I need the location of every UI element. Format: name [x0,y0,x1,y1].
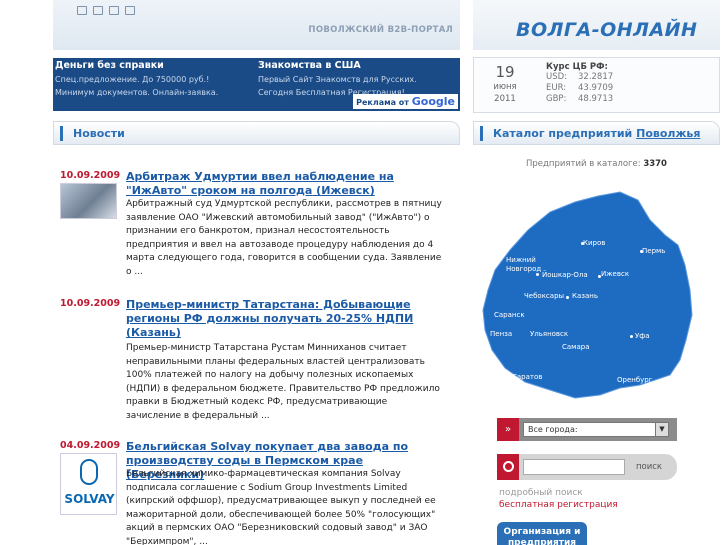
ads-by-google[interactable]: Реклама от Google [353,94,458,109]
headline-text[interactable]: Бельгийская Solvay покупает два завода п… [126,440,408,467]
ad-text: Спец.предложение. До 750000 руб.! Миниму… [55,75,219,97]
news-section-header: Новости [53,121,460,145]
city-cheboksary[interactable]: Чебоксары [524,292,564,300]
news-summary: Бельгийская химико-фармацевтическая комп… [126,469,436,545]
city-yoshkar-ola[interactable]: Йошкар-Ола [542,271,588,279]
catalog-section-header: Каталог предприятий Поволжья [473,121,720,145]
advanced-search-link[interactable]: подробный поиск [499,488,583,498]
city-kazan[interactable]: Казань [572,292,598,300]
city-select[interactable]: Все города: ▼ [523,422,669,437]
city-saratov[interactable]: Саратов [512,373,542,381]
search-button[interactable]: поиск [630,459,668,475]
city-kirov[interactable]: Киров [583,239,605,247]
catalog-title[interactable]: Каталог предприятий Поволжья [493,127,700,140]
ads-label: Реклама от [356,98,409,107]
currency: EUR: [546,83,567,93]
news-title[interactable]: Новости [73,127,125,140]
organizations-button[interactable]: Организация и предприятия [497,522,587,545]
rate-value: 48.9713 [578,94,614,104]
city-marker [536,273,539,276]
mail-icon[interactable] [109,6,119,15]
city-marker [566,296,569,299]
rate-value: 43.9709 [578,83,614,93]
city-marker [630,335,633,338]
portal-tagline: ПОВОЛЖСКИЙ B2B-ПОРТАЛ [308,25,453,35]
header-icons [77,6,135,15]
free-registration-link[interactable]: бесплатная регистрация [499,500,618,510]
rate-row: USD: 32.2817 [546,72,613,83]
city-perm[interactable]: Пермь [642,247,665,255]
search-input[interactable] [523,459,625,475]
ad-title[interactable]: Деньги без справки [55,60,250,71]
news-geo-link[interactable]: Ижевск [321,184,370,197]
news-date: 04.09.2009 [60,440,121,451]
news-date: 10.09.2009 [60,170,121,181]
news-summary: Премьер-министр Татарстана Рустам Минних… [126,343,440,421]
city-saransk[interactable]: Саранск [494,311,525,319]
header-right: ВОЛГА-ОНЛАЙН [473,0,720,50]
headline-text[interactable]: Премьер-министр Татарстана: Добывающие р… [126,298,413,325]
count-label: Предприятий в каталоге: [526,159,641,169]
city-nizhny-novgorod[interactable]: Нижний Новгород [506,256,546,274]
city-samara[interactable]: Самара [562,343,589,351]
news-geo-link[interactable]: Казань [131,326,176,339]
header-left: ПОВОЛЖСКИЙ B2B-ПОРТАЛ [53,0,460,50]
search-icon [497,454,519,480]
rates-title: Курс ЦБ РФ: [546,62,608,72]
city-penza[interactable]: Пенза [490,330,512,338]
currency: GBP: [546,94,567,104]
ad-block: Деньги без справки Спец.предложение. До … [53,58,460,111]
solvay-wordmark: SOLVAY [64,492,115,506]
city-orenburg[interactable]: Оренбург [617,376,652,384]
catalog-count: Предприятий в каталоге: 3370 [473,159,720,169]
city-ufa[interactable]: Уфа [635,332,650,340]
rate-value: 32.2817 [578,72,614,82]
catalog-title-region[interactable]: Поволжья [636,127,700,140]
home-icon[interactable] [77,6,87,15]
news-summary: Арбитражный суд Удмуртской республики, р… [126,199,442,277]
solvay-logo[interactable]: SOLVAY [60,453,117,515]
count-value: 3370 [643,159,667,169]
city-izhevsk[interactable]: Ижевск [601,270,629,278]
search-icon[interactable] [125,6,135,15]
city-filter: » Все города: ▼ [497,418,677,441]
sitemap-icon[interactable] [93,6,103,15]
city-ulyanovsk[interactable]: Ульяновск [530,330,568,338]
ad-item[interactable]: Деньги без справки Спец.предложение. До … [55,60,250,99]
date-year: 2011 [494,94,516,104]
exchange-rates: Курс ЦБ РФ: USD: 32.2817 EUR: 43.9709 GBP:… [546,62,613,105]
news-thumbnail[interactable] [60,183,117,219]
solvay-mark-icon [80,459,98,485]
ad-title[interactable]: Знакомства в США [258,60,453,71]
city-select-value: Все города: [528,425,578,434]
date-rates-box: 19 июня 2011 Курс ЦБ РФ: USD: 32.2817 EUR… [473,57,720,113]
date-day: 19 [495,63,515,81]
site-logo[interactable]: ВОЛГА-ОНЛАЙН [516,19,697,41]
catalog-title-text: Каталог предприятий [493,127,633,140]
news-headline[interactable]: Премьер-министр Татарстана: Добывающие р… [126,298,436,340]
search-bar: поиск [497,454,677,480]
news-date: 10.09.2009 [60,298,121,309]
rate-row: GBP: 48.9713 [546,94,613,105]
currency: USD: [546,72,568,82]
date-month: июня [493,82,517,92]
chevron-down-icon[interactable]: ▼ [655,423,668,436]
volga-region-map[interactable]: Киров Пермь Нижний Новгород Йошкар-Ола И… [480,190,695,405]
google-logo: Google [411,95,455,108]
news-headline[interactable]: Арбитраж Удмуртии ввел наблюдение на "Иж… [126,170,436,198]
arrow-icon: » [497,418,519,441]
rate-row: EUR: 43.9709 [546,83,613,94]
